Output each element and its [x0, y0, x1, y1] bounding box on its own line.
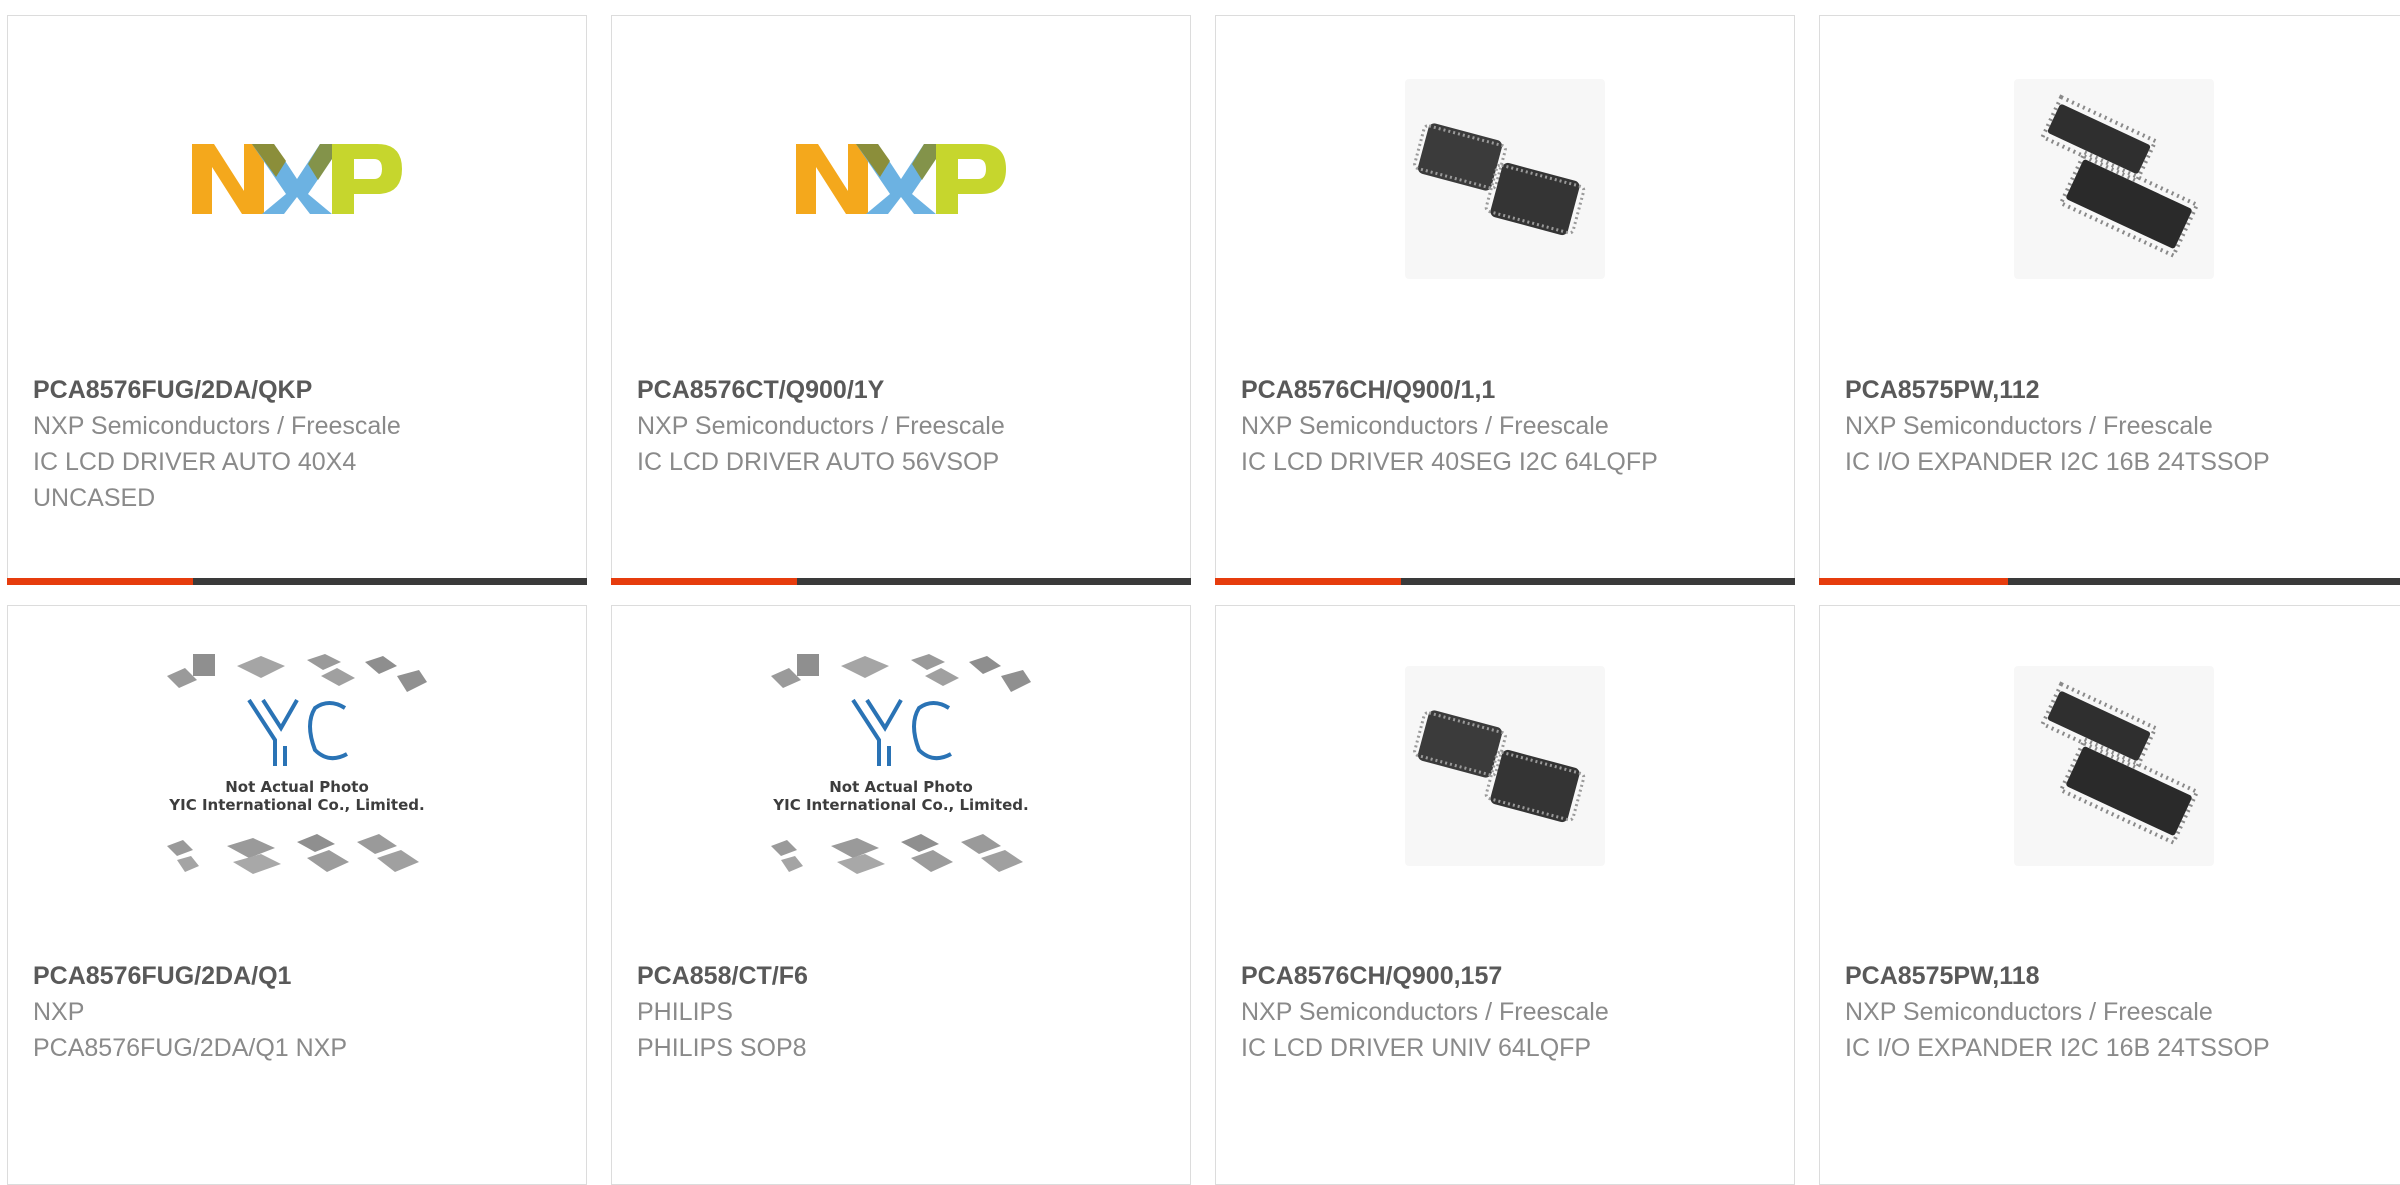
manufacturer: PHILIPS: [637, 998, 733, 1026]
manufacturer: NXP: [33, 998, 85, 1026]
progress-bar: [7, 578, 587, 585]
product-info: PCA8576CT/Q900/1Y NXP Semiconductors / F…: [637, 372, 1170, 480]
part-number-link[interactable]: PCA8575PW,118: [1845, 958, 2388, 994]
product-image[interactable]: [8, 46, 586, 311]
description: IC LCD DRIVER AUTO 40X4 UNCASED: [33, 448, 357, 512]
description: IC LCD DRIVER 40SEG I2C 64LQFP: [1241, 448, 1658, 476]
product-image[interactable]: [1820, 46, 2400, 311]
description: IC LCD DRIVER UNIV 64LQFP: [1241, 1034, 1592, 1062]
lqfp-chip-icon: [1405, 666, 1605, 866]
part-number-link[interactable]: PCA8576FUG/2DA/QKP: [33, 372, 566, 408]
nxp-logo: [796, 139, 1006, 219]
part-number-link[interactable]: PCA8576CH/Q900,157: [1241, 958, 1774, 994]
tssop-chip-icon: [2014, 666, 2214, 866]
product-card[interactable]: PCA8576CT/Q900/1Y NXP Semiconductors / F…: [611, 15, 1191, 585]
product-card[interactable]: Not Actual Photo YIC International Co., …: [611, 605, 1191, 1185]
not-actual-photo-placeholder: Not Actual Photo YIC International Co., …: [157, 646, 437, 886]
progress-fill: [1215, 578, 1401, 585]
product-card[interactable]: PCA8576FUG/2DA/QKP NXP Semiconductors / …: [7, 15, 587, 585]
placeholder-company: YIC International Co., Limited.: [169, 796, 425, 814]
progress-fill: [611, 578, 797, 585]
placeholder-company: YIC International Co., Limited.: [773, 796, 1029, 814]
product-image[interactable]: [1216, 46, 1794, 311]
progress-bar: [611, 578, 1191, 585]
part-number-link[interactable]: PCA8576CH/Q900/1,1: [1241, 372, 1774, 408]
product-info: PCA8576CH/Q900/1,1 NXP Semiconductors / …: [1241, 372, 1774, 480]
product-card[interactable]: PCA8575PW,112 NXP Semiconductors / Frees…: [1819, 15, 2400, 585]
lqfp-chip-icon: [1405, 78, 1605, 279]
progress-fill: [7, 578, 193, 585]
part-number-link[interactable]: PCA858/CT/F6: [637, 958, 1170, 994]
nxp-logo: [192, 139, 402, 219]
product-info: PCA8575PW,112 NXP Semiconductors / Frees…: [1845, 372, 2388, 480]
product-grid: PCA8576FUG/2DA/QKP NXP Semiconductors / …: [0, 0, 2400, 1185]
product-info: PCA8576FUG/2DA/Q1 NXP PCA8576FUG/2DA/Q1 …: [33, 958, 566, 1066]
product-image[interactable]: [612, 46, 1190, 311]
description: IC I/O EXPANDER I2C 16B 24TSSOP: [1845, 1034, 2270, 1062]
tssop-chip-icon: [2014, 78, 2214, 279]
progress-bar: [1215, 578, 1795, 585]
product-image[interactable]: [1216, 636, 1794, 896]
product-info: PCA858/CT/F6 PHILIPS PHILIPS SOP8: [637, 958, 1170, 1066]
description: IC LCD DRIVER AUTO 56VSOP: [637, 448, 1000, 476]
product-image[interactable]: Not Actual Photo YIC International Co., …: [612, 636, 1190, 896]
product-info: PCA8576CH/Q900,157 NXP Semiconductors / …: [1241, 958, 1774, 1066]
product-card[interactable]: Not Actual Photo YIC International Co., …: [7, 605, 587, 1185]
manufacturer: NXP Semiconductors / Freescale: [33, 412, 401, 440]
description: IC I/O EXPANDER I2C 16B 24TSSOP: [1845, 448, 2270, 476]
not-actual-photo-placeholder: Not Actual Photo YIC International Co., …: [761, 646, 1041, 886]
manufacturer: NXP Semiconductors / Freescale: [1845, 998, 2213, 1026]
part-number-link[interactable]: PCA8576CT/Q900/1Y: [637, 372, 1170, 408]
product-card[interactable]: PCA8576CH/Q900,157 NXP Semiconductors / …: [1215, 605, 1795, 1185]
manufacturer: NXP Semiconductors / Freescale: [1241, 412, 1609, 440]
manufacturer: NXP Semiconductors / Freescale: [637, 412, 1005, 440]
placeholder-caption: Not Actual Photo: [829, 778, 973, 796]
description: PCA8576FUG/2DA/Q1 NXP: [33, 1034, 348, 1062]
part-number-link[interactable]: PCA8575PW,112: [1845, 372, 2388, 408]
part-number-link[interactable]: PCA8576FUG/2DA/Q1: [33, 958, 566, 994]
product-card[interactable]: PCA8576CH/Q900/1,1 NXP Semiconductors / …: [1215, 15, 1795, 585]
product-card[interactable]: PCA8575PW,118 NXP Semiconductors / Frees…: [1819, 605, 2400, 1185]
product-info: PCA8576FUG/2DA/QKP NXP Semiconductors / …: [33, 372, 566, 516]
progress-fill: [1819, 578, 2008, 585]
placeholder-caption: Not Actual Photo: [225, 778, 369, 796]
product-image[interactable]: [1820, 636, 2400, 896]
product-image[interactable]: Not Actual Photo YIC International Co., …: [8, 636, 586, 896]
description: PHILIPS SOP8: [637, 1034, 807, 1062]
manufacturer: NXP Semiconductors / Freescale: [1845, 412, 2213, 440]
progress-bar: [1819, 578, 2400, 585]
product-info: PCA8575PW,118 NXP Semiconductors / Frees…: [1845, 958, 2388, 1066]
manufacturer: NXP Semiconductors / Freescale: [1241, 998, 1609, 1026]
